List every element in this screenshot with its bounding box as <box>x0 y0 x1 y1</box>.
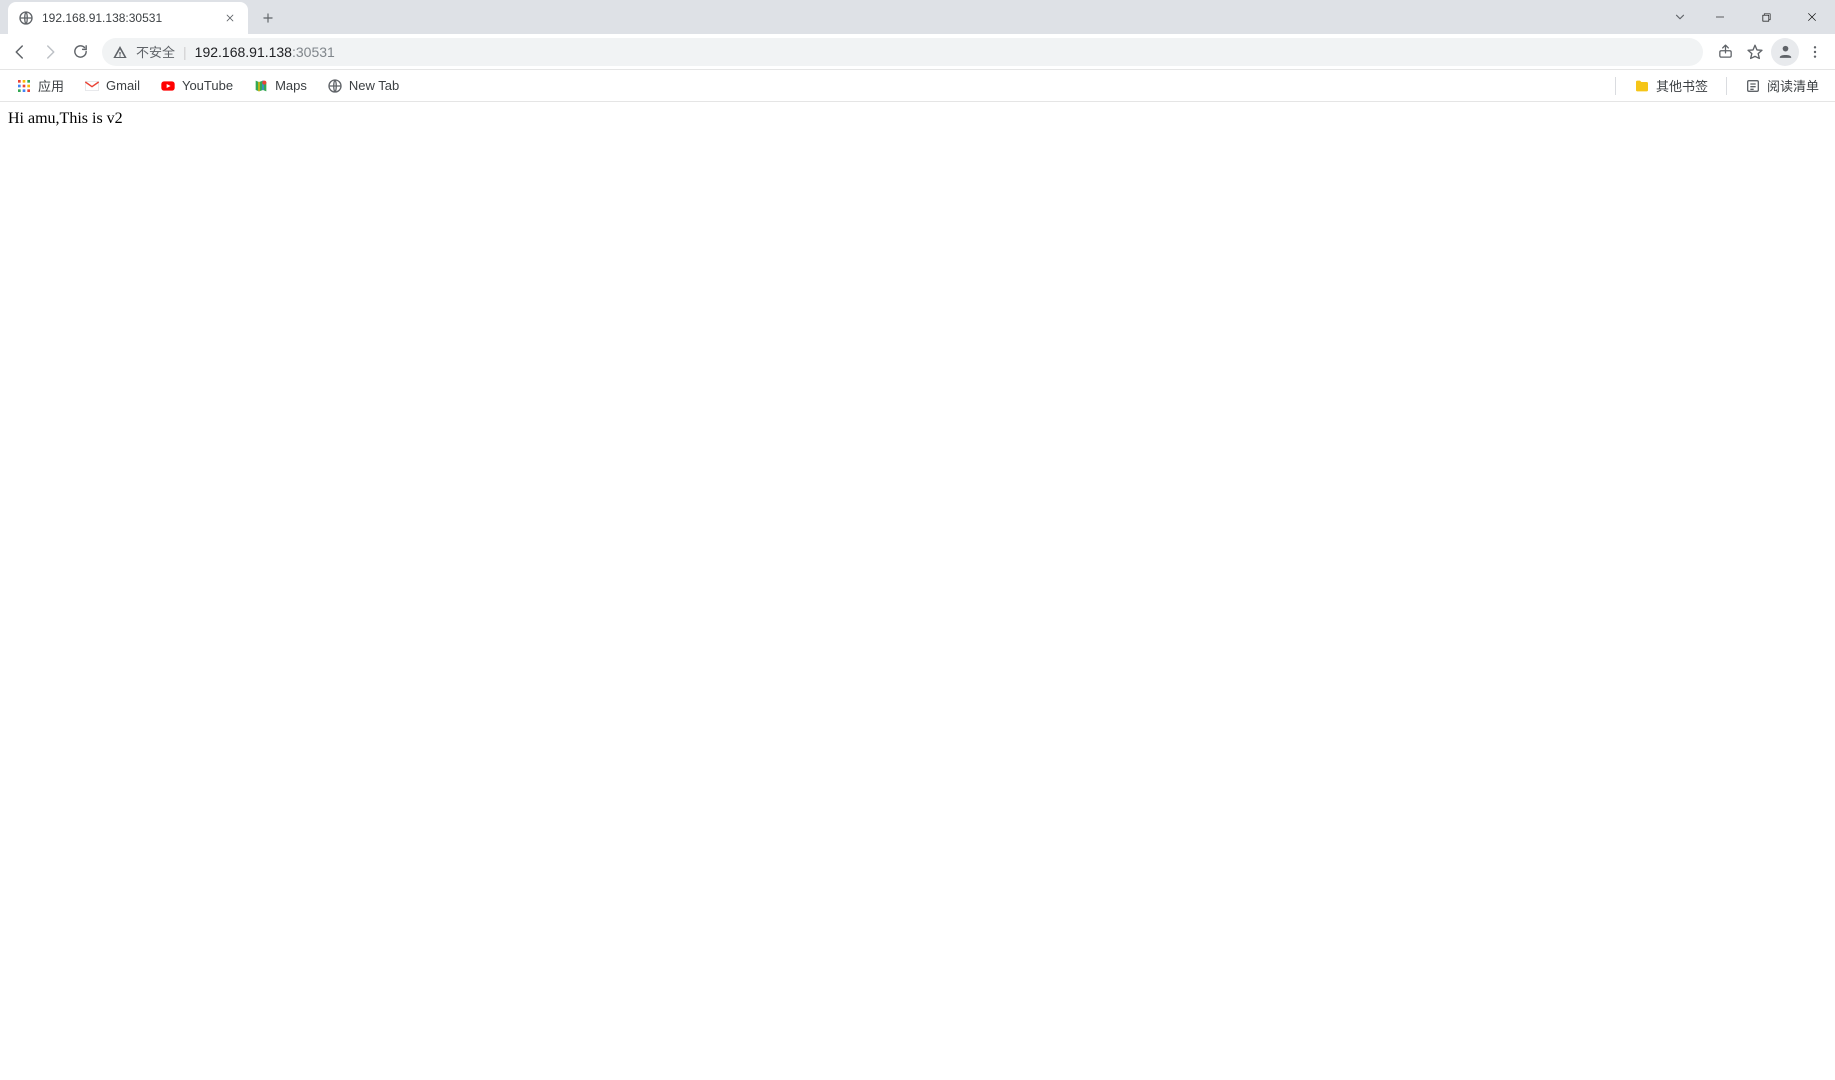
reading-list-icon <box>1745 78 1761 94</box>
tab-search-button[interactable] <box>1663 3 1697 31</box>
not-secure-icon <box>112 44 128 60</box>
bookmark-label: YouTube <box>182 78 233 93</box>
youtube-icon <box>160 78 176 94</box>
bookmark-star-button[interactable] <box>1741 38 1769 66</box>
folder-icon <box>1634 78 1650 94</box>
browser-tab[interactable]: 192.168.91.138:30531 <box>8 2 248 34</box>
window-controls <box>1697 0 1835 34</box>
not-secure-label: 不安全 <box>136 42 175 61</box>
window-close-button[interactable] <box>1789 0 1835 34</box>
menu-button[interactable] <box>1801 38 1829 66</box>
apps-grid-icon <box>16 78 32 94</box>
address-bar[interactable]: 不安全 | 192.168.91.138:30531 <box>102 38 1703 66</box>
tab-title: 192.168.91.138:30531 <box>42 11 214 25</box>
forward-button[interactable] <box>36 38 64 66</box>
toolbar-right <box>1711 38 1829 66</box>
reload-button[interactable] <box>66 38 94 66</box>
reading-list-button[interactable]: 阅读清单 <box>1737 72 1827 99</box>
tabstrip-right <box>1663 0 1835 34</box>
reading-list-label: 阅读清单 <box>1767 76 1819 95</box>
globe-icon <box>18 10 34 26</box>
page-content: Hi amu,This is v2 <box>0 102 1835 136</box>
profile-button[interactable] <box>1771 38 1799 66</box>
separator <box>1726 77 1727 95</box>
bookmark-label: New Tab <box>349 78 399 93</box>
bookmarks-bar: 应用 Gmail YouTube Maps <box>0 70 1835 102</box>
bookmark-newtab[interactable]: New Tab <box>319 74 407 98</box>
back-button[interactable] <box>6 38 34 66</box>
new-tab-button[interactable] <box>254 4 282 32</box>
apps-label: 应用 <box>38 76 64 95</box>
minimize-button[interactable] <box>1697 0 1743 34</box>
bookmark-label: Gmail <box>106 78 140 93</box>
bookmark-maps[interactable]: Maps <box>245 74 315 98</box>
bookmark-label: Maps <box>275 78 307 93</box>
url-port: :30531 <box>292 44 335 60</box>
maps-icon <box>253 78 269 94</box>
apps-button[interactable]: 应用 <box>8 72 72 99</box>
tab-strip: 192.168.91.138:30531 <box>0 0 1835 34</box>
url-text: 192.168.91.138:30531 <box>195 44 335 60</box>
bookmark-gmail[interactable]: Gmail <box>76 74 148 98</box>
other-bookmarks-label: 其他书签 <box>1656 76 1708 95</box>
bookmark-youtube[interactable]: YouTube <box>152 74 241 98</box>
url-host: 192.168.91.138 <box>195 44 292 60</box>
toolbar: 不安全 | 192.168.91.138:30531 <box>0 34 1835 70</box>
share-button[interactable] <box>1711 38 1739 66</box>
bookmarks-right: 其他书签 阅读清单 <box>1609 72 1827 99</box>
other-bookmarks-button[interactable]: 其他书签 <box>1626 72 1716 99</box>
page-body-text: Hi amu,This is v2 <box>8 110 123 127</box>
globe-icon <box>327 78 343 94</box>
separator <box>1615 77 1616 95</box>
separator: | <box>183 44 187 60</box>
gmail-icon <box>84 78 100 94</box>
tab-close-button[interactable] <box>222 10 238 26</box>
maximize-button[interactable] <box>1743 0 1789 34</box>
